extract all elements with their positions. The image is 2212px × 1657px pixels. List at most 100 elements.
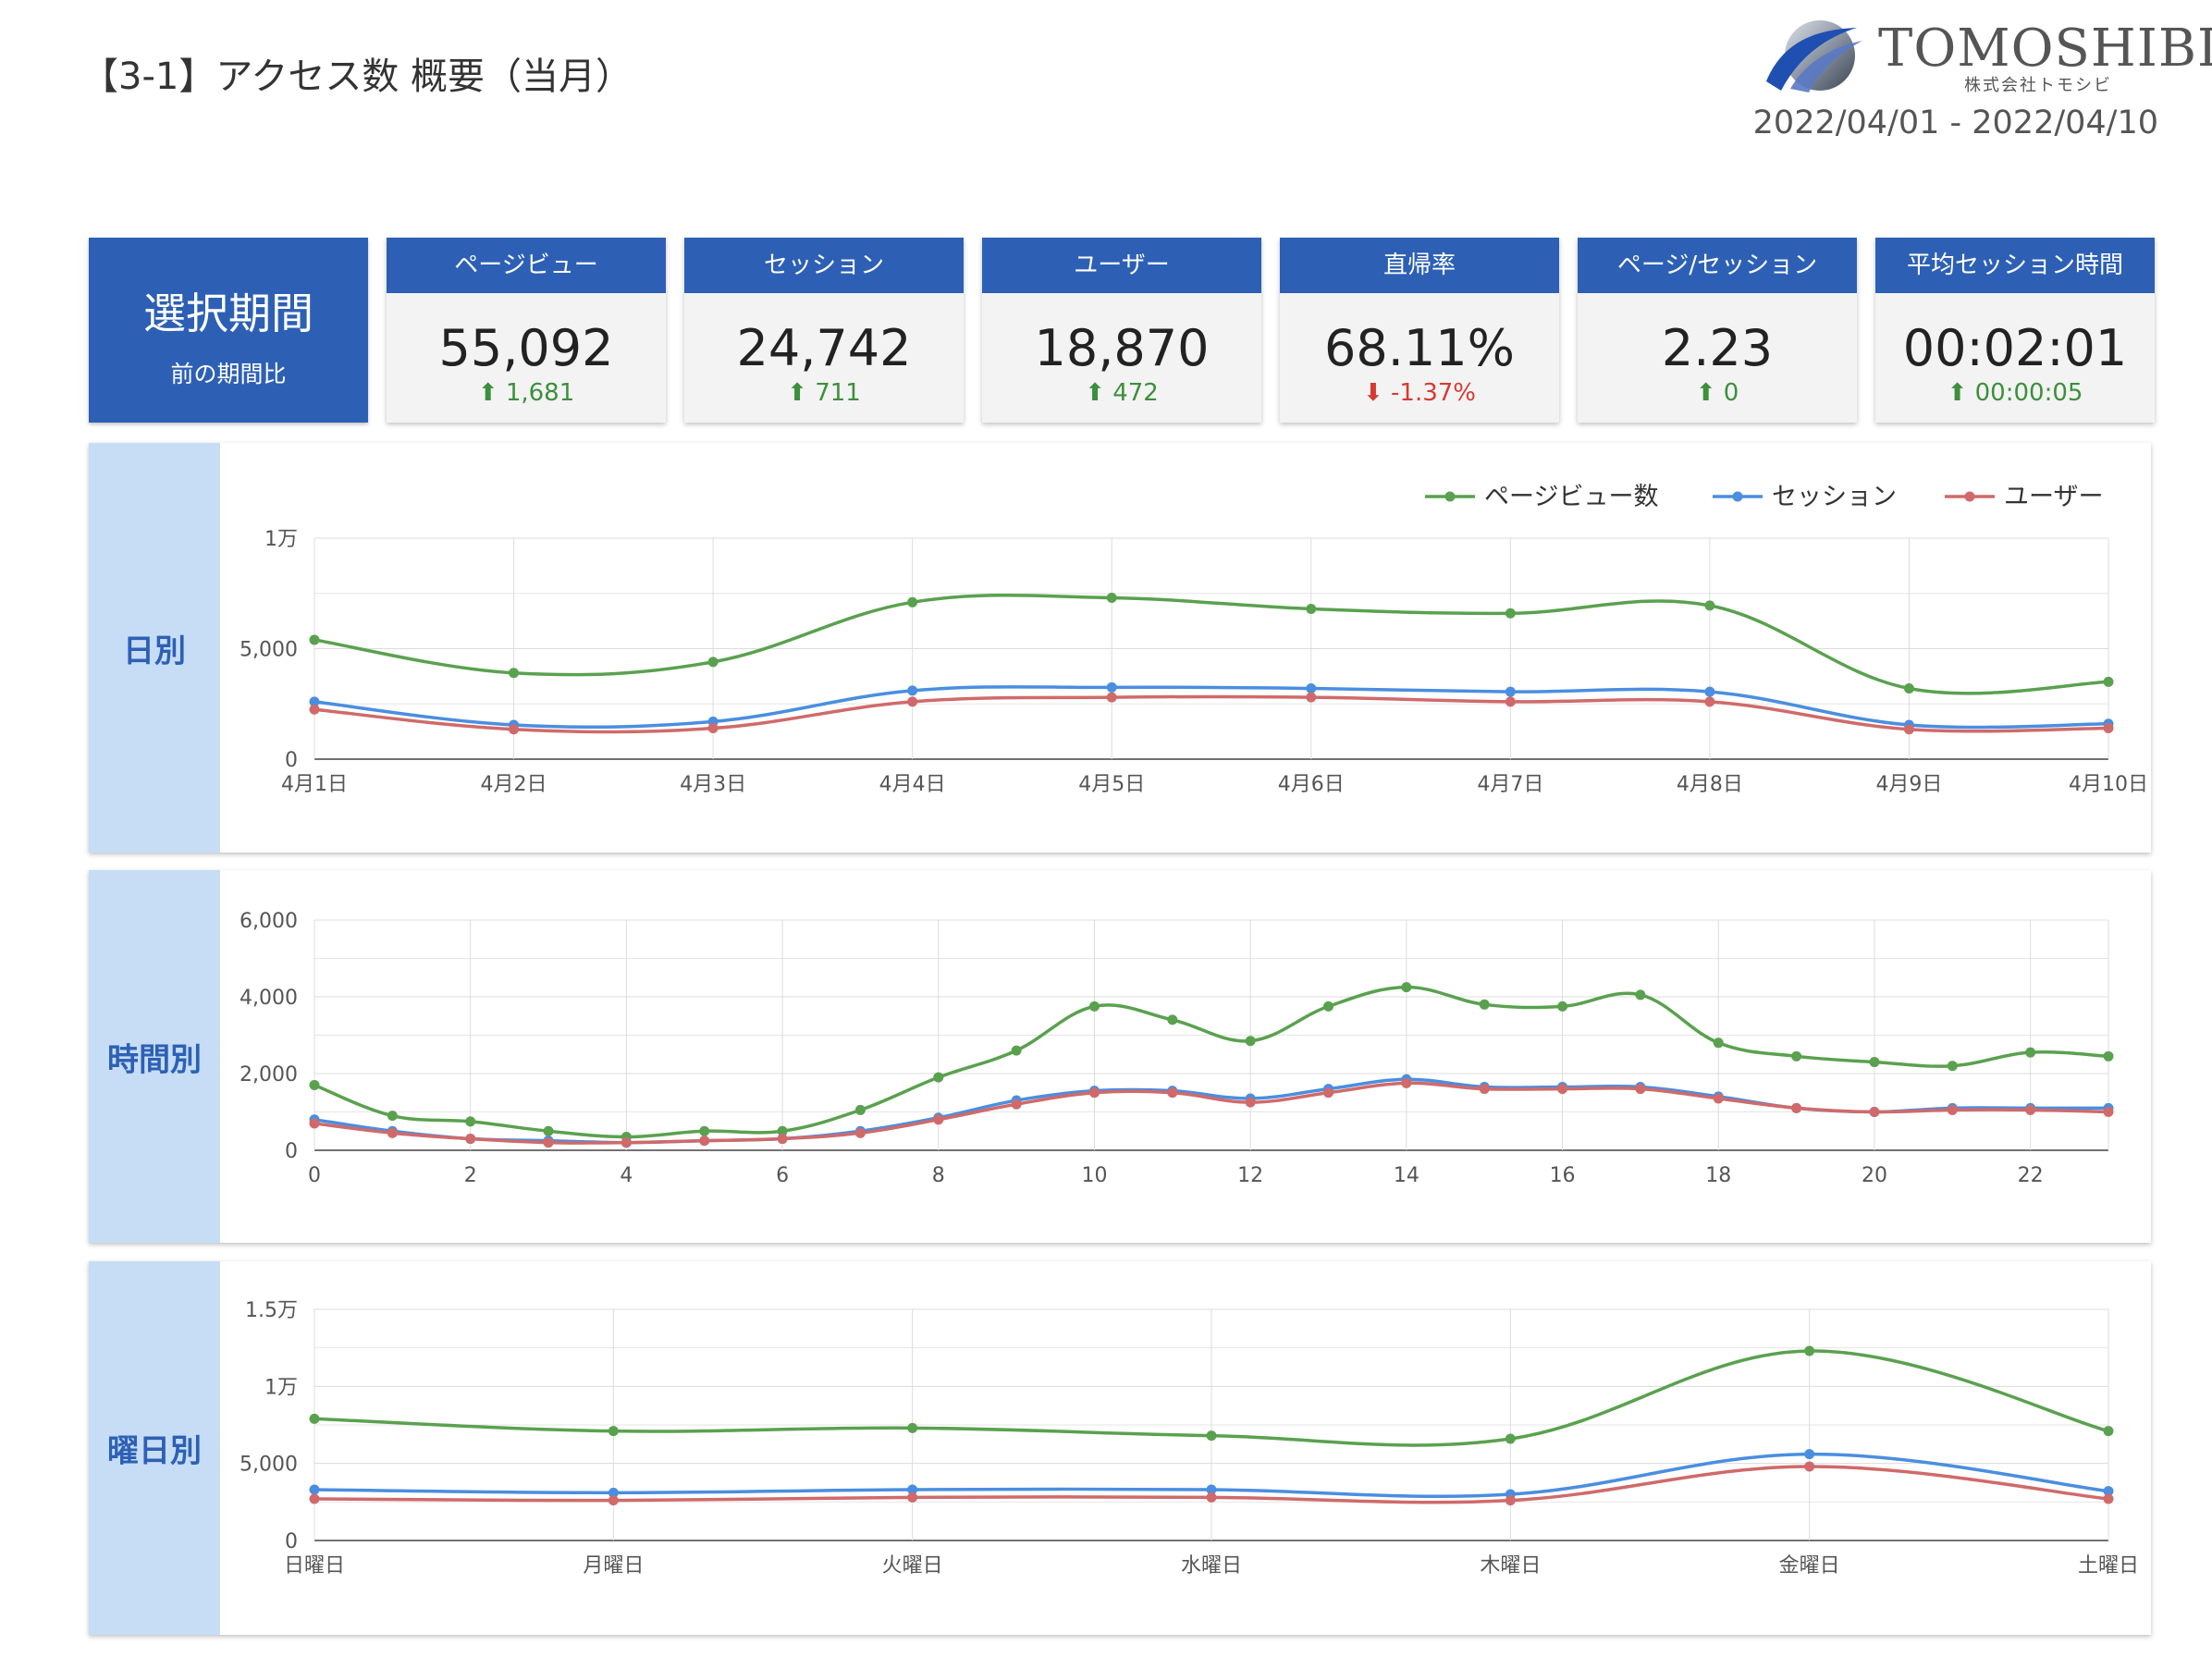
y-tick-label: 0 (285, 749, 298, 772)
data-point (1206, 1491, 1217, 1503)
data-point (1903, 724, 1914, 735)
y-tick-label: 4,000 (240, 987, 298, 1010)
data-point (854, 1127, 866, 1138)
legend-marker (1444, 491, 1456, 502)
data-point (465, 1134, 476, 1145)
kpi-delta: ⬆ 00:00:05 (1947, 379, 2083, 407)
kpi-card-users: ユーザー 18,870 ⬆ 472 (982, 238, 1261, 423)
selected-period-card: 選択期間 前の期間比 (89, 238, 368, 423)
data-point (2103, 723, 2114, 734)
data-point (1704, 686, 1715, 697)
kpi-value: 18,870 (1034, 319, 1210, 377)
hourly-chart-panel: 時間別 0 2,000 4,000 6,000 0 2 4 6 8 10 12 14 16 18 20 22 (89, 870, 2151, 1243)
kpi-value: 68.11% (1324, 319, 1515, 377)
kpi-delta: ⬆ 1,681 (477, 379, 575, 407)
data-point (1306, 683, 1317, 694)
kpi-label: セッション (684, 238, 964, 293)
series-line-0 (313, 593, 2109, 695)
weekday-chart-panel: 曜日別 0 5,000 1万 1.5万 日曜日 月曜日 火曜日 水曜日 木曜日 金曜日 土曜日 (89, 1261, 2151, 1635)
data-point (2103, 1493, 2114, 1504)
data-point (1306, 603, 1317, 614)
kpi-delta: ⬆ 711 (787, 379, 861, 407)
data-point (1245, 1036, 1256, 1047)
x-tick-label: 月曜日 (583, 1554, 644, 1577)
y-tick-label: 0 (285, 1140, 298, 1163)
data-point (309, 1413, 320, 1424)
daily-line-chart[interactable]: 0 5,000 1万 4月1日 4月2日 4月3日 4月4日 4月5日 4月6日 4月7日 4月8日… (89, 443, 2151, 853)
data-point (509, 668, 520, 679)
x-tick-label: 12 (1237, 1164, 1263, 1187)
kpi-label: ページビュー (387, 238, 666, 293)
data-point (1804, 1449, 1815, 1460)
data-point (1947, 1061, 1958, 1072)
data-point (1106, 681, 1117, 693)
data-point (2103, 1107, 2114, 1117)
data-point (1479, 999, 1490, 1010)
kpi-label: 直帰率 (1280, 238, 1559, 293)
data-point (1704, 600, 1715, 611)
x-tick-label: 土曜日 (2078, 1554, 2139, 1577)
y-tick-label: 5,000 (240, 639, 298, 662)
kpi-delta: ⬆ 472 (1085, 379, 1159, 407)
logo-mark-icon (1766, 20, 1862, 92)
weekday-line-chart[interactable]: 0 5,000 1万 1.5万日曜日 月曜日 火曜日 水曜日 木曜日 金曜日 土曜日 (89, 1261, 2151, 1635)
arrow-up-icon: ⬆ (1085, 379, 1105, 407)
y-tick-label: 1万 (264, 528, 298, 551)
data-point (1713, 1093, 1724, 1104)
data-point (1088, 1000, 1100, 1012)
data-point (608, 1426, 619, 1437)
data-point (2025, 1047, 2036, 1058)
kpi-card-pageviews: ページビュー 55,092 ⬆ 1,681 (387, 238, 666, 423)
kpi-delta: ⬆ 0 (1695, 379, 1739, 407)
company-logo: TOMOSHIBI 株式会社トモシビ (1753, 9, 2212, 102)
logo-subtitle: 株式会社トモシビ (1964, 76, 2112, 95)
data-point (707, 723, 719, 734)
legend-label: ページビュー数 (1484, 483, 1658, 511)
data-point (509, 724, 520, 735)
data-point (309, 1118, 320, 1129)
data-point (1088, 1087, 1100, 1099)
legend-marker (1732, 491, 1743, 502)
daily-chart-panel: 日別 0 5,000 1万 4月1日 4月2日 4月3日 4月4日 4月5日 4月6日 4月7日 4… (89, 443, 2151, 853)
x-tick-label: 4月5日 (1078, 773, 1145, 796)
logo-wordmark: TOMOSHIBI (1878, 18, 2212, 79)
x-tick-label: 4月4日 (879, 773, 946, 796)
arrow-down-icon: ⬇ (1362, 379, 1383, 407)
x-tick-label: 18 (1705, 1164, 1731, 1187)
x-tick-label: 16 (1550, 1164, 1576, 1187)
y-tick-label: 5,000 (240, 1454, 298, 1477)
date-range[interactable]: 2022/04/01 - 2022/04/10 (1753, 104, 2158, 141)
data-point (1869, 1107, 1880, 1117)
data-point (854, 1104, 866, 1115)
x-tick-label: 8 (932, 1164, 945, 1187)
data-point (1401, 982, 1412, 993)
x-tick-label: 4 (620, 1164, 633, 1187)
data-point (699, 1125, 710, 1136)
data-point (1323, 1087, 1334, 1099)
data-point (1791, 1102, 1802, 1113)
x-tick-label: 4月7日 (1477, 773, 1543, 796)
hourly-line-chart[interactable]: 0 2,000 4,000 6,000 0 2 4 6 8 10 12 14 16 18 20 22 (89, 870, 2151, 1243)
x-tick-label: 4月2日 (481, 773, 547, 796)
x-tick-label: 日曜日 (284, 1554, 345, 1577)
x-tick-label: 4月9日 (1875, 773, 1942, 796)
data-point (309, 1484, 320, 1495)
x-tick-label: 22 (2018, 1164, 2044, 1187)
kpi-label: 平均セッション時間 (1875, 238, 2155, 293)
data-point (1713, 1037, 1724, 1049)
data-point (1306, 692, 1317, 703)
x-tick-label: 4月8日 (1677, 773, 1743, 796)
x-tick-label: 4月1日 (281, 773, 348, 796)
data-point (707, 657, 719, 668)
y-tick-label: 0 (285, 1530, 298, 1553)
data-point (465, 1116, 476, 1127)
data-point (2025, 1104, 2036, 1115)
data-point (933, 1072, 944, 1083)
legend-label: ユーザー (2004, 483, 2103, 511)
x-tick-label: 火曜日 (882, 1554, 943, 1577)
x-tick-label: 2 (464, 1164, 477, 1187)
data-point (1804, 1345, 1815, 1356)
data-point (1791, 1050, 1802, 1062)
data-point (2103, 1050, 2114, 1062)
data-point (933, 1114, 944, 1125)
